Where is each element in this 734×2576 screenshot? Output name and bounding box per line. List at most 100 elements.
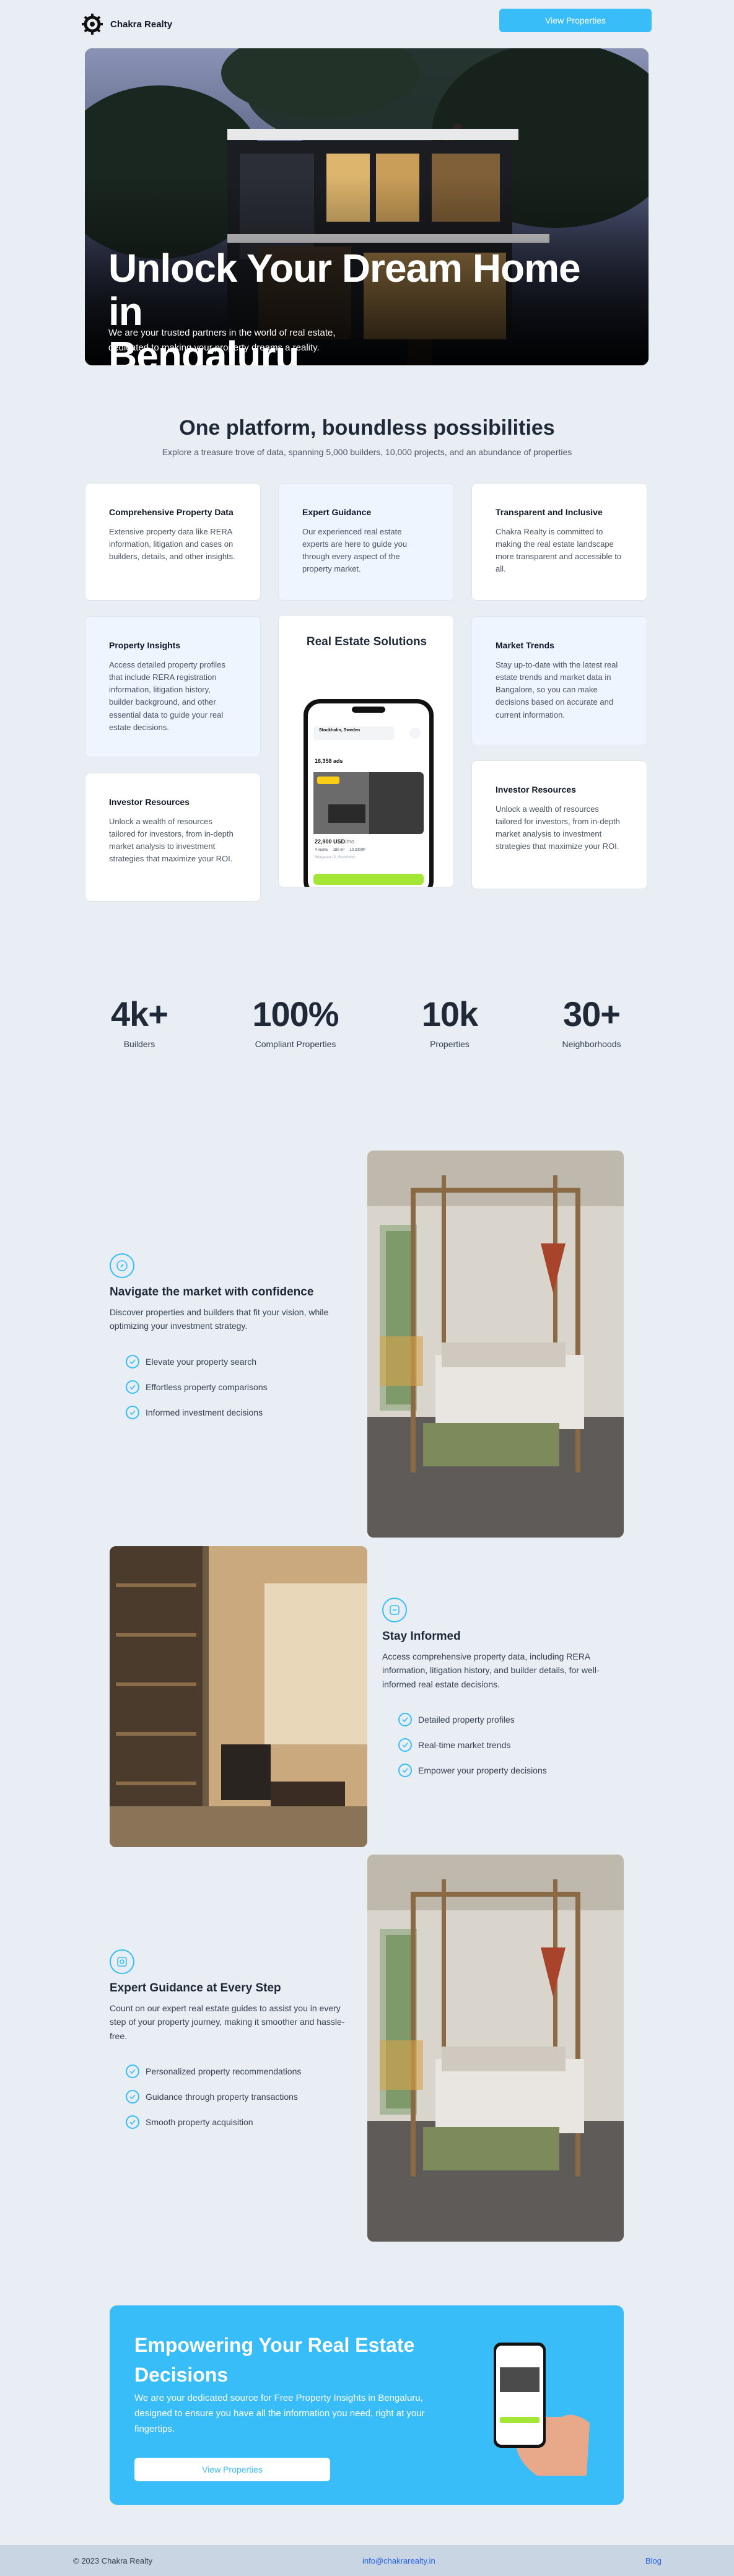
list-item: Guidance through property transactions: [126, 2084, 301, 2109]
check-icon: [126, 2089, 139, 2104]
card-investor-resources-left: Investor Resources Unlock a wealth of re…: [85, 773, 261, 902]
list-item-label: Effortless property comparisons: [146, 1382, 268, 1392]
feature-description: Count on our expert real estate guides t…: [110, 2003, 345, 2041]
list-item-label: Elevate your property search: [146, 1356, 256, 1367]
card-text: Unlock a wealth of resources tailored fo…: [109, 817, 234, 864]
check-icon: [126, 1354, 139, 1368]
phone-rooms: 4 rooms: [315, 848, 328, 852]
card-text: Extensive property data like RERA inform…: [109, 527, 235, 562]
feature-list: Detailed property profiles Real-time mar…: [398, 1707, 547, 1783]
feature-title: Expert Guidance at Every Step: [110, 1982, 281, 1995]
brand[interactable]: Chakra Realty: [82, 14, 172, 35]
list-item: Effortless property comparisons: [126, 1374, 268, 1399]
cta-title: Empowering Your Real Estate Decisions: [134, 2334, 415, 2386]
list-item: Empower your property decisions: [398, 1757, 547, 1783]
card-title: Expert Guidance: [302, 507, 372, 517]
platform-subtitle: Explore a treasure trove of data, spanni…: [162, 447, 572, 457]
stat-label: Neighborhoods: [562, 1039, 621, 1049]
compass-icon: [110, 1253, 134, 1278]
card-title: Transparent and Inclusive: [496, 507, 603, 517]
top-navbar: Chakra Realty View Properties: [0, 0, 734, 43]
card-title: Comprehensive Property Data: [109, 507, 234, 517]
living-room-image: [110, 1546, 367, 1847]
card-text: Access detailed property profiles that i…: [109, 660, 225, 732]
feature-list: Personalized property recommendations Gu…: [126, 2058, 301, 2134]
cta-text: We are your dedicated source for Free Pr…: [134, 2393, 425, 2434]
list-item-label: Guidance through property transactions: [146, 2091, 298, 2102]
list-item: Detailed property profiles: [398, 1707, 547, 1732]
hero-title-line1: Unlock Your Dream Home in: [108, 246, 581, 334]
card-title: Investor Resources: [109, 797, 190, 807]
list-item: Personalized property recommendations: [126, 2058, 301, 2084]
check-icon: [398, 1738, 412, 1752]
card-text: Our experienced real estate experts are …: [302, 527, 408, 574]
bedroom-image: [367, 1151, 624, 1538]
cta-banner: Empowering Your Real Estate Decisions We…: [110, 2305, 624, 2505]
stat-label: Builders: [123, 1039, 155, 1049]
footer-email-link[interactable]: info@chakrarealty.in: [362, 2556, 435, 2565]
stat-label: Compliant Properties: [255, 1039, 336, 1049]
stat-builders: 4k+ Builders: [77, 994, 201, 1049]
hero-subtitle: We are your trusted partners in the worl…: [108, 328, 336, 353]
card-title: Property Insights: [109, 640, 181, 650]
card-text: Stay up-to-date with the latest real est…: [496, 660, 618, 720]
card-text: Unlock a wealth of resources tailored fo…: [496, 804, 620, 851]
card-property-insights: Property Insights Access detailed proper…: [85, 616, 261, 757]
list-item-label: Personalized property recommendations: [146, 2066, 302, 2076]
card-market-trends: Market Trends Stay up-to-date with the l…: [471, 616, 647, 746]
feature-list: Elevate your property search Effortless …: [126, 1349, 268, 1425]
footer: © 2023 Chakra Realty info@chakrarealty.i…: [0, 2545, 734, 2576]
phone-meta: 4 rooms 180 m² 10,200/ft²: [315, 848, 365, 852]
card-comprehensive-data: Comprehensive Property Data Extensive pr…: [85, 483, 261, 601]
center-card-title: Real Estate Solutions: [306, 635, 427, 648]
stat-number: 10k: [421, 994, 478, 1033]
phone-price-per-area: 10,200/ft²: [349, 848, 365, 852]
feature-title: Navigate the market with confidence: [110, 1286, 314, 1299]
bedroom-image-2: [367, 1855, 624, 2242]
view-properties-button[interactable]: View Properties: [499, 9, 652, 32]
stat-compliant: 100% Compliant Properties: [234, 994, 357, 1049]
stat-number: 100%: [252, 994, 339, 1033]
feature-description: Access comprehensive property data, incl…: [382, 1651, 600, 1689]
feature-title: Stay Informed: [382, 1630, 461, 1643]
card-title: Market Trends: [496, 640, 554, 650]
footer-copyright: © 2023 Chakra Realty: [73, 2556, 153, 2565]
chakra-wheel-icon: [82, 14, 103, 35]
platform-title: One platform, boundless possibilities: [179, 416, 555, 440]
phone-price: 22,900 USD/mo: [315, 838, 354, 845]
list-item-label: Detailed property profiles: [418, 1714, 515, 1725]
footer-blog-link[interactable]: Blog: [645, 2556, 662, 2565]
card-title: Investor Resources: [496, 785, 576, 794]
list-item: Elevate your property search: [126, 1349, 268, 1374]
list-item-label: Empower your property decisions: [418, 1765, 547, 1775]
phone-location: Stockholm, Sweden: [319, 728, 360, 733]
card-transparent: Transparent and Inclusive Chakra Realty …: [471, 483, 647, 601]
list-item-label: Smooth property acquisition: [146, 2117, 253, 2127]
list-item-label: Informed investment decisions: [146, 1407, 263, 1417]
card-expert-guidance: Expert Guidance Our experienced real est…: [278, 483, 454, 601]
card-investor-resources-right: Investor Resources Unlock a wealth of re…: [471, 760, 647, 889]
check-icon: [126, 1405, 139, 1419]
phone-area: 180 m²: [333, 848, 345, 852]
brand-name: Chakra Realty: [110, 19, 173, 30]
stat-number: 4k+: [111, 994, 168, 1033]
phone-price-value: 22,900 USD: [315, 838, 346, 845]
real-estate-solutions-card: Real Estate Solutions Stockholm, Sweden …: [278, 615, 454, 887]
phone-price-suffix: /mo: [345, 838, 355, 845]
card-text: Chakra Realty is committed to making the…: [496, 527, 622, 574]
check-icon: [398, 1712, 412, 1726]
check-icon: [126, 2064, 139, 2078]
list-item: Smooth property acquisition: [126, 2109, 301, 2134]
list-item: Informed investment decisions: [126, 1399, 268, 1425]
stat-properties: 10k Properties: [388, 994, 512, 1049]
info-icon: [382, 1598, 407, 1622]
cta-view-properties-button[interactable]: View Properties: [134, 2458, 330, 2481]
list-item: Real-time market trends: [398, 1732, 547, 1757]
check-icon: [126, 1380, 139, 1394]
hand-phone-image: [494, 2343, 590, 2476]
stat-number: 30+: [563, 994, 621, 1033]
phone-street: Storgatan 12, Stockholm: [315, 856, 356, 859]
hero-banner: Unlock Your Dream Home in Bengaluru We a…: [85, 48, 649, 365]
phone-ad-count: 16,358 ads: [315, 758, 343, 764]
feature-description: Discover properties and builders that fi…: [110, 1307, 329, 1331]
